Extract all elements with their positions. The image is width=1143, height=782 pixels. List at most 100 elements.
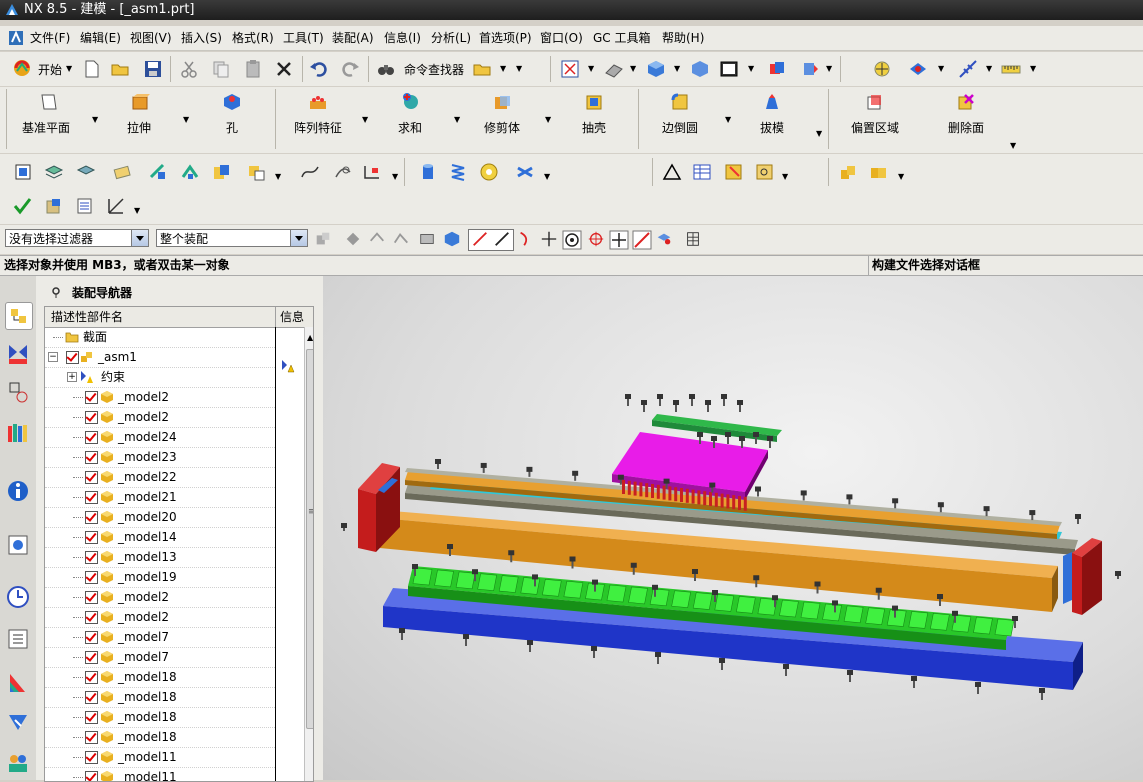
new-file-icon[interactable] [82,59,102,79]
menu-insert[interactable]: 插入(S) [181,29,222,46]
constraint-navigator-tab[interactable] [5,340,31,366]
endpoint-snap-icon[interactable] [471,230,489,248]
selection-filter-dropdown-icon[interactable] [131,230,148,246]
tree-row-part[interactable]: _model14 [45,527,275,548]
assembly-dropdown-icon[interactable]: ▼ [898,172,904,181]
menu-preferences[interactable]: 首选项(P) [479,29,532,46]
open-recent-icon[interactable] [472,59,492,79]
assembly-nav-icon[interactable] [13,162,33,182]
tree-row-part[interactable]: _model18 [45,667,275,688]
draft-button[interactable]: 拔模 [760,119,784,136]
menu-view[interactable]: 视图(V) [130,29,172,46]
hd3d-tools-tab[interactable] [5,478,31,504]
visibility-checkbox[interactable] [85,591,98,604]
point-on-curve-snap-icon[interactable] [632,230,652,250]
select-body-icon[interactable] [368,230,386,248]
tree-row-part[interactable]: _model18 [45,687,275,708]
copy-icon[interactable] [211,59,231,79]
weld-icon[interactable] [515,162,535,182]
data-list-icon[interactable] [75,196,95,216]
start-button[interactable]: 开始 [38,61,62,78]
assembly-gold-icon[interactable] [838,162,858,182]
feature-toolbar-options-icon[interactable]: ▼ [1010,141,1016,150]
app-menu-icon[interactable] [8,30,24,46]
tree-row-folder[interactable]: 截面 [45,327,275,348]
draft-dropdown-icon[interactable]: ▼ [816,129,822,138]
static-wireframe-icon[interactable] [690,59,710,79]
pattern-dropdown-icon[interactable]: ▼ [362,115,368,124]
datum-plane-button[interactable]: 基准平面 [22,119,70,136]
arc-center-snap-icon[interactable] [562,230,582,250]
tree-row-part[interactable]: _model13 [45,547,275,568]
tree-row-part[interactable]: _model18 [45,707,275,728]
visibility-checkbox[interactable] [85,411,98,424]
intersection-snap-icon[interactable] [540,230,558,248]
system-materials-tab[interactable] [5,626,31,652]
edge-blend-button[interactable]: 边倒圆 [662,119,698,136]
selection-scope-select[interactable]: 整个装配 [156,229,308,247]
tree-row-part[interactable]: _model20 [45,507,275,528]
grid-edit-icon[interactable] [724,162,744,182]
menu-information[interactable]: 信息(I) [384,29,421,46]
menu-tools[interactable]: 工具(T) [283,29,324,46]
explode-dropdown-icon[interactable]: ▼ [275,172,281,181]
visibility-checkbox[interactable] [85,611,98,624]
snap-point-icon[interactable] [872,59,892,79]
tree-row-part[interactable]: _model18 [45,727,275,748]
visibility-checkbox[interactable] [85,631,98,644]
tree-row-part[interactable]: _model22 [45,467,275,488]
binoculars-icon[interactable] [376,59,396,79]
visibility-checkbox[interactable] [85,391,98,404]
graphics-window[interactable] [323,276,1143,780]
section-dropdown-icon[interactable]: ▼ [826,64,832,73]
coordinate-icon[interactable] [106,196,126,216]
show-hide-icon[interactable] [908,59,928,79]
tree-row-part[interactable]: _model11 [45,747,275,768]
component-check-icon[interactable] [44,196,64,216]
expand-toggle-icon[interactable]: + [67,372,77,382]
start-icon[interactable] [12,58,32,78]
start-dropdown-icon[interactable]: ▼ [66,64,72,73]
add-component-icon[interactable] [148,162,168,182]
process-studio-tab[interactable] [5,710,31,736]
trim-body-button[interactable]: 修剪体 [484,119,520,136]
command-finder-button[interactable]: 命令查找器 [404,61,464,78]
menu-assembly[interactable]: 装配(A) [332,29,374,46]
triangle-icon[interactable] [662,162,682,182]
grid-snap-icon[interactable] [684,230,702,248]
select-features-icon[interactable] [344,230,362,248]
edit-section-icon[interactable] [767,59,787,79]
offset-region-button[interactable]: 偏置区域 [851,119,899,136]
visibility-checkbox[interactable] [85,651,98,664]
move-layer-icon[interactable] [76,162,96,182]
tree-row-part[interactable]: _model2 [45,387,275,408]
sketch-icon[interactable] [333,162,353,182]
clip-section-icon[interactable] [800,59,820,79]
check-icon[interactable] [12,196,32,216]
visibility-checkbox[interactable] [85,751,98,764]
menu-edit[interactable]: 编辑(E) [80,29,121,46]
open-folder-icon[interactable] [110,59,130,79]
visibility-checkbox[interactable] [85,511,98,524]
visibility-checkbox[interactable] [85,491,98,504]
menu-window[interactable]: 窗口(O) [540,29,583,46]
shell-button[interactable]: 抽壳 [582,119,606,136]
visibility-checkbox[interactable] [85,431,98,444]
menu-analysis[interactable]: 分析(L) [431,29,471,46]
spring-icon[interactable] [448,162,468,182]
extrude-button[interactable]: 拉伸 [127,119,151,136]
solid-select-icon[interactable] [443,230,461,248]
tree-scrollbar[interactable]: ▲ ≡ [304,327,313,781]
wcs-icon[interactable] [958,59,978,79]
orient-view-icon[interactable] [604,59,624,79]
tree-row-part[interactable]: _model2 [45,407,275,428]
point-on-face-snap-icon[interactable] [655,230,673,248]
background-icon[interactable] [719,59,739,79]
delete-face-button[interactable]: 删除面 [948,119,984,136]
menu-format[interactable]: 格式(R) [232,29,274,46]
pattern-feature-button[interactable]: 阵列特征 [294,119,342,136]
visibility-checkbox[interactable] [85,551,98,564]
wcs-dropdown-icon[interactable]: ▼ [986,64,992,73]
mate-component-icon[interactable] [180,162,200,182]
reuse-library-tab[interactable] [5,420,31,446]
